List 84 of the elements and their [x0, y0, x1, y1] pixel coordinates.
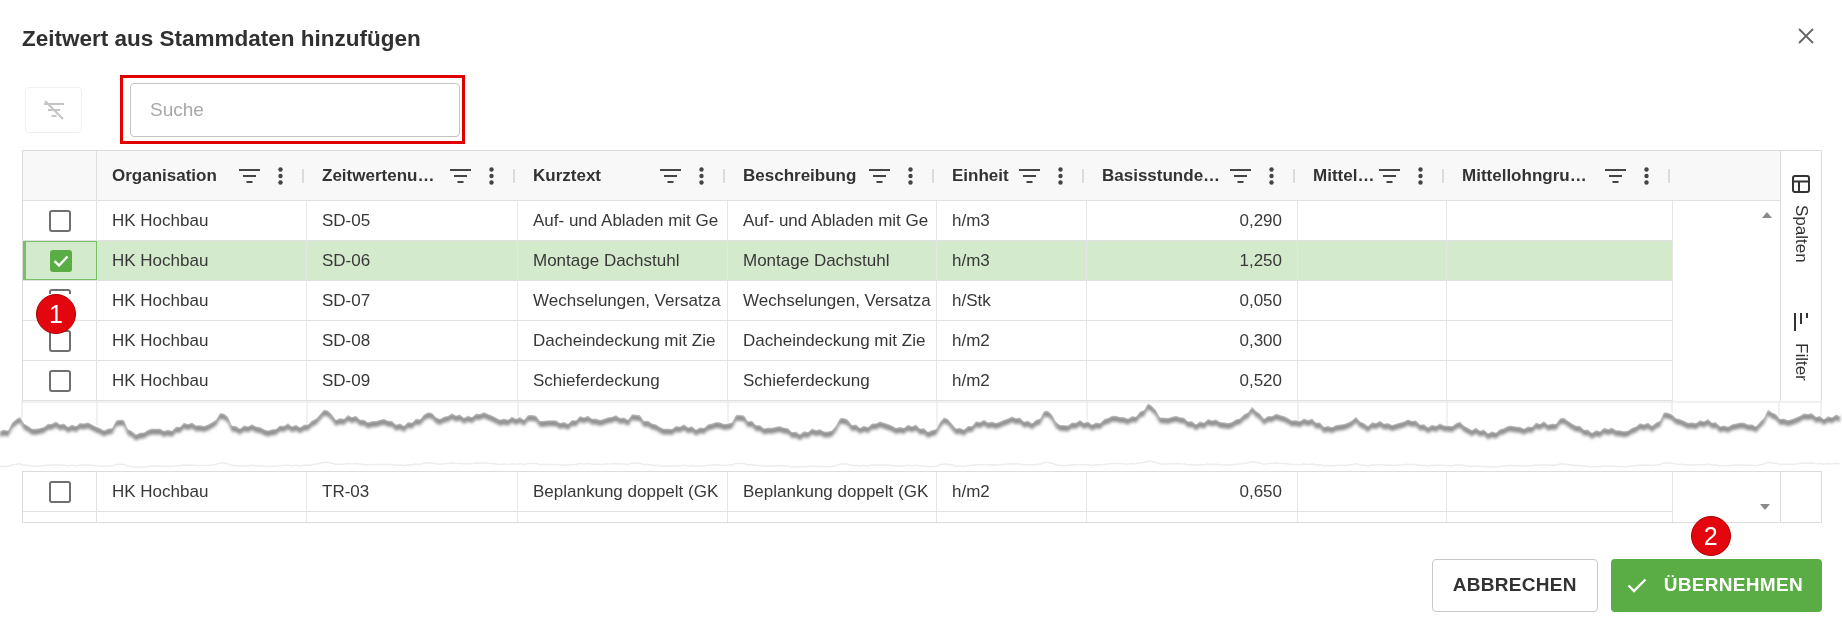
table-cell-text: HK Hochbau: [112, 329, 209, 352]
table-cell-text: Schieferdeckung: [533, 369, 660, 392]
dialog-title: Zeitwert aus Stammdaten hinzufügen: [22, 24, 421, 53]
column-header[interactable]: Mittellohngru…: [1462, 162, 1605, 189]
scroll-up-icon[interactable]: [1762, 212, 1772, 218]
more-options-icon[interactable]: [278, 166, 283, 185]
table-cell-text: TR-03: [322, 480, 370, 503]
table-cell-text: h/Stk: [952, 289, 991, 312]
table-cell-text: 0,520: [1239, 369, 1282, 392]
search-field[interactable]: Suche: [130, 83, 460, 137]
column-header[interactable]: Basisstunde…: [1102, 162, 1230, 189]
column-header[interactable]: Kurztext: [533, 162, 660, 189]
table-cell-text: HK Hochbau: [112, 209, 209, 232]
column-header[interactable]: Organisation: [112, 162, 239, 189]
close-icon: [1798, 27, 1814, 44]
more-options-icon[interactable]: [1058, 166, 1063, 185]
filter-off-icon: [42, 100, 65, 120]
check-icon: [1626, 578, 1647, 593]
table-cell-text: h/m2: [952, 329, 990, 352]
checkbox[interactable]: [48, 480, 71, 503]
checkbox[interactable]: [48, 209, 71, 232]
filter-icon[interactable]: [1605, 168, 1626, 183]
table-cell-text: Auf- und Abladen mit Ge: [743, 209, 929, 232]
columns-tab[interactable]: Spalten: [1792, 175, 1810, 263]
scroll-down-icon[interactable]: [1760, 504, 1770, 510]
more-options-icon[interactable]: [908, 166, 913, 185]
filter-icon[interactable]: [450, 168, 471, 183]
table-cell-text: 1,250: [1239, 249, 1282, 272]
filter-icon[interactable]: [660, 168, 681, 183]
table-row[interactable]: HK Hochbau SD-05 Auf- und Abladen mit Ge Auf- und Abladen mit Ge h/m3 0,290: [23, 201, 1673, 241]
table-cell-text: HK Hochbau: [112, 289, 209, 312]
table-cell-text: 0,290: [1239, 209, 1282, 232]
table-cell-text: h/m3: [952, 249, 990, 272]
table-cell-text: Wechselungen, Versatza: [533, 289, 721, 312]
table-cell-text: SD-07: [322, 289, 371, 312]
table-cell-text: Beplankung doppelt (GK: [743, 480, 929, 503]
table-row[interactable]: HK Hochbau SD-09 Schieferdeckung Schieferdeckung h/m2 0,520: [23, 361, 1673, 401]
table-cell-text: HK Hochbau: [112, 369, 209, 392]
table-cell-text: Auf- und Abladen mit Ge: [533, 209, 719, 232]
table-cell-text: 0,050: [1239, 289, 1282, 312]
table-cell-text: HK Hochbau: [112, 480, 209, 503]
filter-icon[interactable]: [1379, 168, 1400, 183]
close-button[interactable]: [1798, 27, 1814, 44]
table-row[interactable]: HK Hochbau TR-03 Beplankung doppelt (GK Beplankung doppelt (GK h/m2 0,650: [23, 472, 1673, 512]
filter-icon[interactable]: [1230, 168, 1251, 183]
table-cell-text: Montage Dachstuhl: [743, 249, 890, 272]
checkbox[interactable]: [50, 249, 72, 272]
table-cell-text: 0,300: [1239, 329, 1282, 352]
filter-tab[interactable]: Filter: [1792, 312, 1810, 381]
column-header[interactable]: Einheit: [952, 162, 1019, 189]
table-cell-text: Montage Dachstuhl: [533, 249, 680, 272]
filter-icon[interactable]: [869, 168, 890, 183]
cancel-button[interactable]: ABBRECHEN: [1431, 559, 1598, 612]
table-cell-text: SD-06: [322, 249, 371, 272]
column-header[interactable]: Beschreibung: [743, 162, 869, 189]
filter-icon[interactable]: [239, 168, 260, 183]
table-cell-text: SD-08: [322, 329, 371, 352]
table-cell-text: Dacheindeckung mit Zie: [743, 329, 926, 352]
table-cell-text: h/m2: [952, 369, 990, 392]
table-cell-text: h/m2: [952, 480, 990, 503]
filter-icon: [1794, 312, 1808, 331]
filter-icon[interactable]: [1019, 168, 1040, 183]
more-options-icon[interactable]: [1269, 166, 1274, 185]
table-cell-text: SD-09: [322, 369, 371, 392]
checkbox[interactable]: [48, 289, 71, 294]
table-cell-text: SD-05: [322, 209, 371, 232]
more-options-icon[interactable]: [699, 166, 704, 185]
table-cell-text: HK Hochbau: [112, 249, 209, 272]
more-options-icon[interactable]: [489, 166, 494, 185]
table-icon: [1792, 175, 1810, 193]
table-cell-text: Schieferdeckung: [743, 369, 870, 392]
table-cell-text: 0,650: [1239, 480, 1282, 503]
check-icon: [53, 254, 69, 267]
table-cell-text: Beplankung doppelt (GK: [533, 480, 719, 503]
table-row[interactable]: HK Hochbau SD-06 Montage Dachstuhl Montage Dachstuhl h/m3 1,250: [23, 241, 1673, 281]
column-header[interactable]: Mittel…: [1313, 162, 1379, 189]
callout-badge: 2: [1690, 516, 1731, 556]
table-cell-text: h/m3: [952, 209, 990, 232]
checkbox[interactable]: [48, 369, 71, 392]
more-options-icon[interactable]: [1644, 166, 1649, 185]
more-options-icon[interactable]: [1418, 166, 1423, 185]
table-cell-text: Wechselungen, Versatza: [743, 289, 931, 312]
table-cell-text: Dacheindeckung mit Zie: [533, 329, 716, 352]
column-header[interactable]: Zeitwertenu…: [322, 162, 450, 189]
